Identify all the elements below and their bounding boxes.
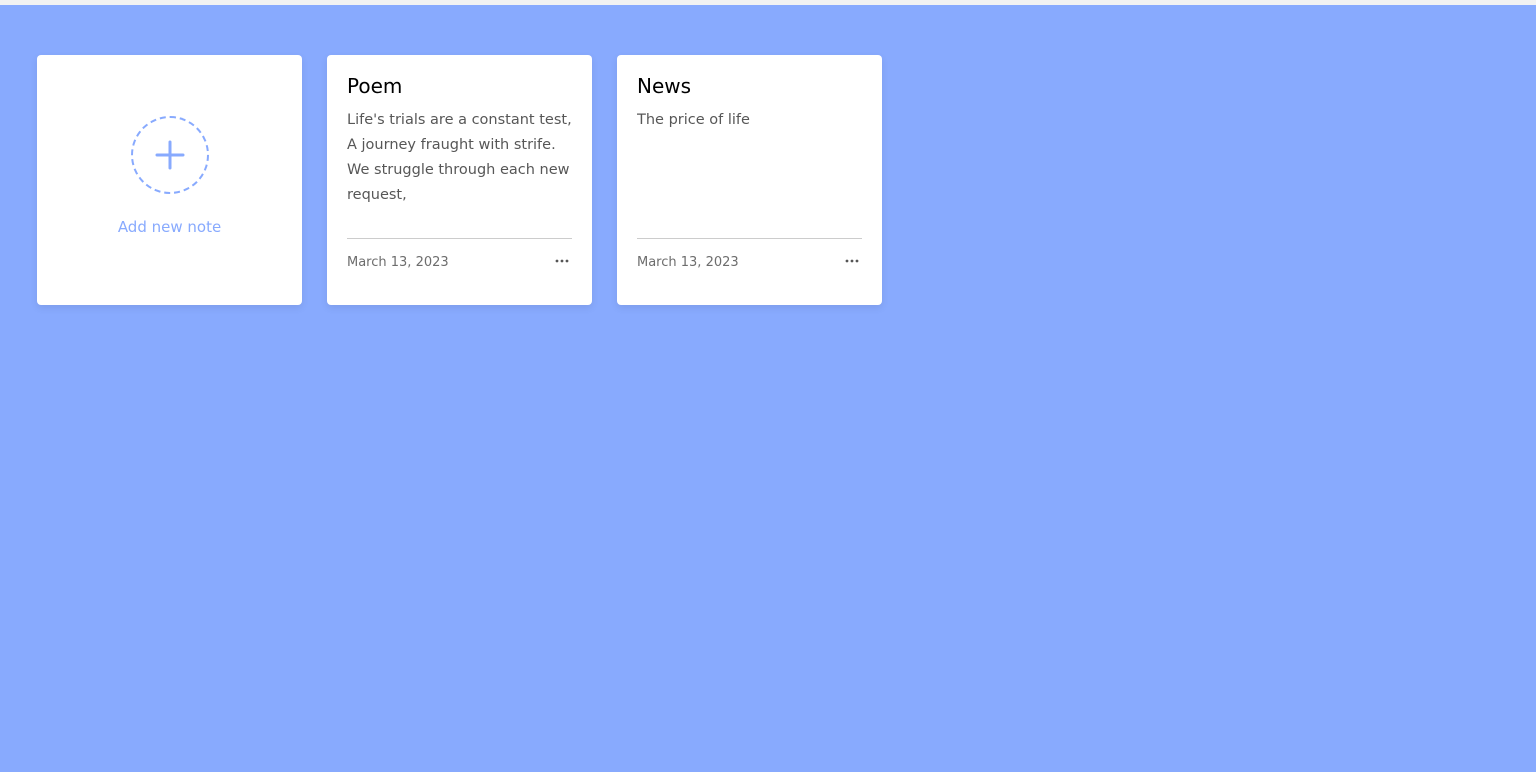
plus-icon: [155, 140, 184, 170]
note-description-line: A journey fraught with strife.: [347, 137, 556, 153]
note-description: The price of life: [637, 108, 862, 234]
note-date: March 13, 2023: [347, 255, 449, 270]
top-strip: [0, 0, 1536, 5]
note-description: Life's trials are a constant test, A jou…: [347, 108, 572, 234]
add-note-label[interactable]: Add new note: [118, 218, 221, 236]
more-horizontal-icon[interactable]: [842, 254, 862, 268]
note-card-poem[interactable]: Poem Life's trials are a constant test, …: [327, 55, 592, 305]
note-description-line: The price of life: [637, 112, 750, 128]
note-description-line: We struggle through each new request,: [347, 162, 570, 203]
plus-circle[interactable]: [130, 116, 209, 194]
note-title: News: [637, 74, 692, 98]
more-horizontal-icon[interactable]: [552, 254, 572, 268]
note-title: Poem: [347, 74, 403, 98]
note-footer: March 13, 2023: [637, 238, 862, 270]
note-footer: March 13, 2023: [347, 238, 572, 270]
note-date: March 13, 2023: [637, 255, 739, 270]
note-description-line: Life's trials are a constant test,: [347, 112, 572, 128]
add-note-card[interactable]: Add new note: [37, 55, 302, 305]
note-card-news[interactable]: News The price of life March 13, 2023: [617, 55, 882, 305]
notes-grid: Add new note Poem Life's trials are a co…: [37, 55, 882, 305]
